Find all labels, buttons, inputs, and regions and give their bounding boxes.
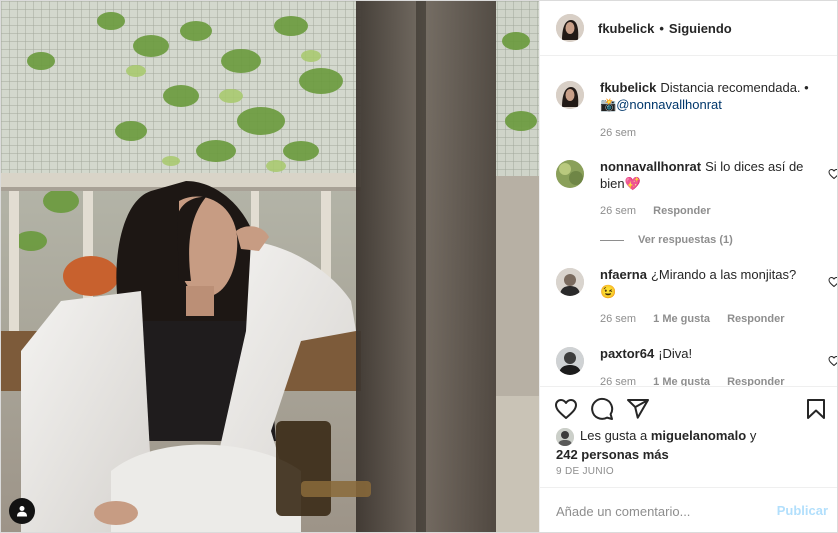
caption-body: Distancia recomendada. • — [660, 80, 809, 95]
post-sidebar: fkubelick • Siguiendo fkubelick Distancia… — [539, 1, 838, 532]
comment-username[interactable]: nonnavallhonrat — [600, 159, 701, 174]
photo-illustration — [1, 1, 539, 532]
comment-time[interactable]: 26 sem — [600, 313, 636, 325]
comment-meta: 26 sem — [600, 127, 650, 139]
follow-status-button[interactable]: Siguiendo — [669, 21, 732, 36]
likes-count-button[interactable]: 242 personas más — [556, 447, 669, 462]
mention-link[interactable]: @nonnavallhonrat — [616, 97, 722, 112]
avatar-image — [556, 14, 584, 42]
post-header: fkubelick • Siguiendo — [540, 1, 837, 56]
add-comment-bar: Publicar — [540, 487, 837, 532]
comment-text: paxtor64 ¡Diva! — [600, 345, 810, 362]
comment-meta: 26 sem 1 Me gusta Responder — [600, 376, 799, 386]
view-replies-label: Ver respuestas (1) — [638, 234, 733, 246]
comment-text: nonnavallhonrat Si lo dices así de bien💖 — [600, 158, 810, 192]
post-date[interactable]: 9 DE JUNIO — [556, 466, 614, 477]
liker-avatar[interactable] — [556, 427, 574, 446]
reply-button[interactable]: Responder — [727, 376, 784, 386]
post-modal: fkubelick • Siguiendo fkubelick Distancia… — [0, 0, 838, 533]
comment-icon[interactable] — [590, 397, 614, 421]
heart-icon[interactable] — [554, 397, 578, 421]
likes-summary: Les gusta a miguelanomalo y 242 personas… — [556, 427, 826, 463]
view-replies-button[interactable]: Ver respuestas (1) — [600, 234, 733, 246]
comment-username[interactable]: fkubelick — [600, 80, 656, 95]
liker-username[interactable]: miguelanomalo — [651, 428, 746, 443]
commenter-avatar[interactable] — [556, 160, 584, 188]
avatar-image — [556, 427, 574, 446]
replies-line — [600, 239, 624, 241]
share-icon[interactable] — [626, 397, 650, 421]
comment-meta: 26 sem Responder — [600, 205, 725, 217]
author-avatar[interactable] — [556, 14, 584, 42]
comment-username[interactable]: paxtor64 — [600, 346, 654, 361]
heart-icon[interactable] — [828, 168, 838, 180]
reply-button[interactable]: Responder — [653, 205, 710, 217]
bookmark-icon[interactable] — [804, 397, 828, 421]
comment-meta: 26 sem 1 Me gusta Responder — [600, 313, 799, 325]
avatar-image — [556, 160, 584, 188]
avatar-image — [556, 268, 584, 296]
action-icons — [554, 397, 662, 421]
heart-icon[interactable] — [828, 355, 838, 367]
comment-likes[interactable]: 1 Me gusta — [653, 313, 710, 325]
comment-body: ¡Diva! — [658, 346, 693, 361]
publish-button[interactable]: Publicar — [777, 503, 828, 518]
post-actions: Les gusta a miguelanomalo y 242 personas… — [540, 386, 837, 487]
comment-likes[interactable]: 1 Me gusta — [653, 376, 710, 386]
comments-list[interactable]: fkubelick Distancia recomendada. • 📸@nonn… — [540, 56, 838, 386]
commenter-avatar[interactable] — [556, 268, 584, 296]
avatar-image — [556, 347, 584, 375]
camera-emoji: 📸 — [600, 97, 617, 112]
caption-text: fkubelick Distancia recomendada. • 📸@nonn… — [600, 79, 810, 113]
comment-input[interactable] — [554, 498, 758, 524]
comment-time[interactable]: 26 sem — [600, 127, 636, 139]
header-separator: • — [659, 20, 664, 36]
comment-text: nfaerna ¿Mirando a las monjitas? 😉 — [600, 266, 810, 300]
tagged-users-button[interactable] — [9, 498, 35, 524]
avatar-image — [556, 81, 584, 109]
likes-prefix: Les gusta a — [580, 428, 648, 443]
author-username[interactable]: fkubelick — [598, 21, 654, 36]
post-photo[interactable] — [1, 1, 539, 532]
caption-avatar[interactable] — [556, 81, 584, 109]
comment-time[interactable]: 26 sem — [600, 376, 636, 386]
user-tag-icon — [17, 506, 27, 517]
likes-joiner: y — [749, 428, 757, 443]
heart-icon[interactable] — [828, 276, 838, 288]
comment-time[interactable]: 26 sem — [600, 205, 636, 217]
reply-button[interactable]: Responder — [727, 313, 784, 325]
commenter-avatar[interactable] — [556, 347, 584, 375]
comment-username[interactable]: nfaerna — [600, 267, 647, 282]
